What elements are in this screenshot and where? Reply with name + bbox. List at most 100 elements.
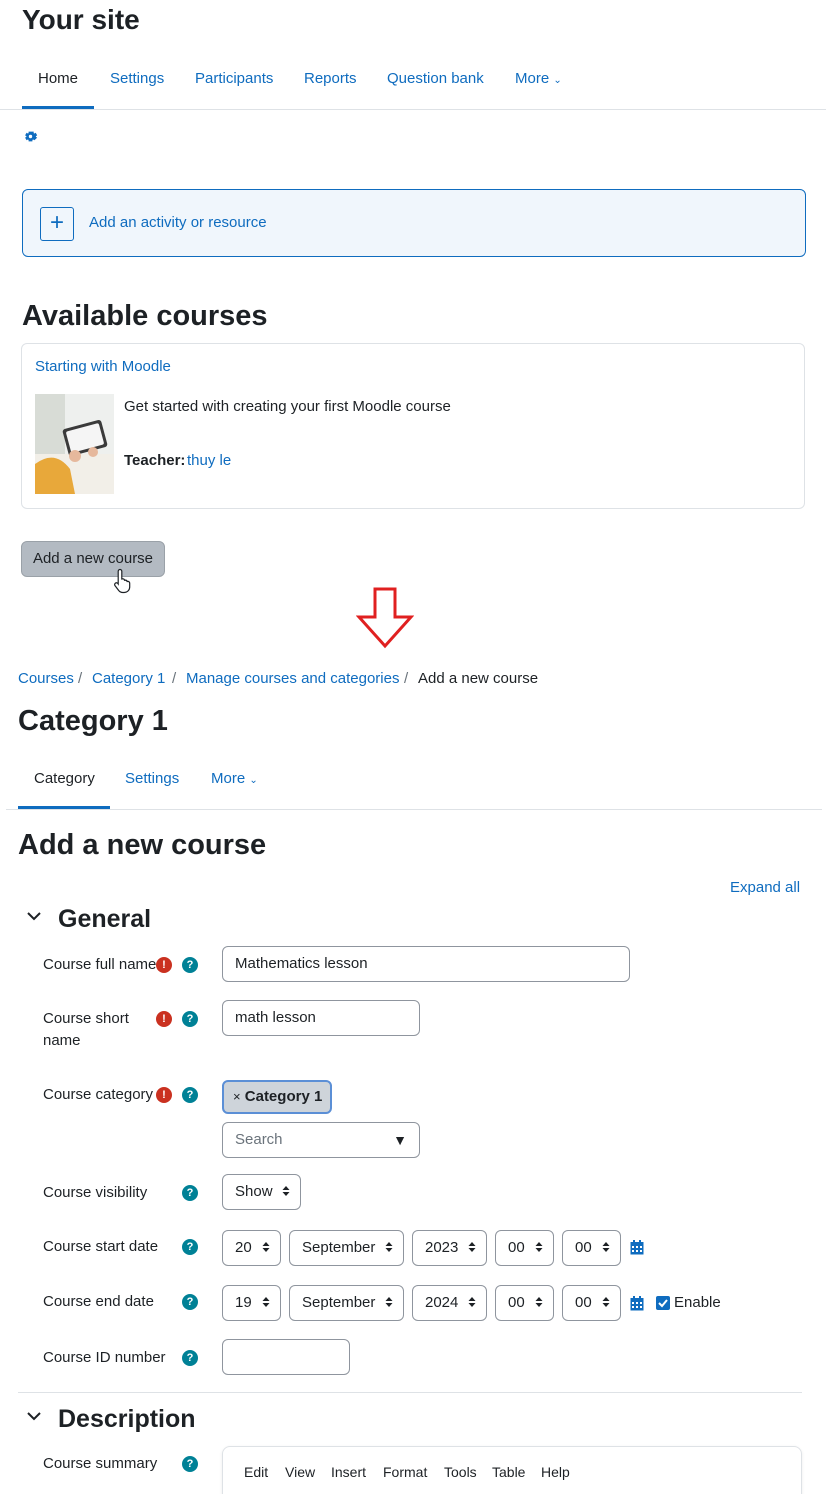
help-icon[interactable]: ? [182,1350,198,1366]
editor-menu-table[interactable]: Table [492,1464,525,1480]
tab-reports[interactable]: Reports [304,70,357,87]
teacher-label: Teacher: [124,452,186,469]
visibility-label: Course visibility [43,1184,148,1201]
course-name-link[interactable]: Starting with Moodle [35,358,171,375]
start-month-select[interactable]: September [289,1230,404,1266]
tab-settings[interactable]: Settings [110,70,164,87]
chevron-down-icon[interactable] [26,1408,42,1429]
tab-category-settings[interactable]: Settings [125,770,179,787]
tab-participants[interactable]: Participants [195,70,273,87]
remove-icon[interactable]: × [233,1089,241,1104]
help-icon[interactable]: ? [182,1087,198,1103]
breadcrumb-courses[interactable]: Courses [18,670,74,687]
full-name-input[interactable]: Mathematics lesson [222,946,630,982]
short-name-label-line2: name [43,1032,81,1049]
calendar-icon[interactable] [630,1240,644,1259]
required-icon: ! [156,1011,172,1027]
end-day-select[interactable]: 19 [222,1285,281,1321]
end-day-value: 19 [235,1294,252,1311]
tab-more-label: More [515,70,550,87]
start-date-label: Course start date [43,1238,159,1255]
start-day-select[interactable]: 20 [222,1230,281,1266]
start-month-value: September [302,1239,376,1256]
required-icon: ! [156,1087,172,1103]
course-image [35,394,114,494]
tab-home[interactable]: Home [38,70,78,87]
id-number-input[interactable] [222,1339,350,1375]
dropdown-triangle-icon: ▼ [393,1132,407,1148]
start-hour-select[interactable]: 00 [495,1230,554,1266]
category-chip-label: Category 1 [244,1088,323,1105]
end-month-select[interactable]: September [289,1285,404,1321]
end-month-value: September [302,1294,376,1311]
visibility-value: Show [235,1183,273,1200]
site-title: Your site [22,4,140,35]
start-minute-select[interactable]: 00 [562,1230,621,1266]
category-chip[interactable]: × Category 1 [222,1080,332,1114]
gear-icon[interactable] [22,128,39,149]
start-minute-value: 00 [575,1239,592,1256]
short-name-label-line1: Course short [43,1010,129,1027]
page-title: Add a new course [18,829,267,861]
editor-menu-view[interactable]: View [285,1464,315,1480]
add-new-course-button[interactable]: Add a new course [21,541,165,577]
tab-more-label: More [211,770,246,787]
end-date-label: Course end date [43,1293,154,1310]
help-icon[interactable]: ? [182,1011,198,1027]
help-icon[interactable]: ? [182,957,198,973]
sort-arrows-icon [385,1231,393,1265]
end-year-value: 2024 [425,1294,459,1311]
editor-menu-help[interactable]: Help [541,1464,570,1480]
sort-arrows-icon [602,1231,610,1265]
general-section-heading[interactable]: General [58,905,151,934]
enable-checkbox[interactable] [656,1296,670,1310]
editor-menu-edit[interactable]: Edit [244,1464,268,1480]
required-icon: ! [156,957,172,973]
category-search-input[interactable]: Search ▼ [222,1122,420,1158]
tab-question-bank[interactable]: Question bank [387,70,484,87]
category-search-placeholder: Search [235,1131,283,1148]
tab-more[interactable]: More ⌄ [515,70,562,87]
breadcrumb-separator: / [78,670,83,687]
start-day-value: 20 [235,1239,252,1256]
course-card: Starting with Moodle Get started with cr… [21,343,805,509]
start-hour-value: 00 [508,1239,525,1256]
nav-divider [6,809,822,810]
help-icon[interactable]: ? [182,1456,198,1472]
end-minute-select[interactable]: 00 [562,1285,621,1321]
help-icon[interactable]: ? [182,1294,198,1310]
sort-arrows-icon [602,1286,610,1320]
plus-icon: + [40,207,74,241]
expand-all-link[interactable]: Expand all [730,879,800,896]
end-year-select[interactable]: 2024 [412,1285,487,1321]
breadcrumb-separator: / [172,670,177,687]
teacher-name-link[interactable]: thuy le [187,452,231,469]
help-icon[interactable]: ? [182,1239,198,1255]
chevron-down-icon: ⌄ [553,75,562,86]
short-name-input[interactable]: math lesson [222,1000,420,1036]
add-activity-box[interactable]: + Add an activity or resource [22,189,806,257]
description-section-heading[interactable]: Description [58,1405,196,1434]
end-minute-value: 00 [575,1294,592,1311]
breadcrumb-category[interactable]: Category 1 [92,670,165,687]
editor-menu-tools[interactable]: Tools [444,1464,477,1480]
section-divider [18,1392,802,1393]
breadcrumb-separator: / [404,670,409,687]
breadcrumb-manage[interactable]: Manage courses and categories [186,670,399,687]
enable-label: Enable [674,1294,721,1311]
summary-editor[interactable]: Edit View Insert Format Tools Table Help [222,1446,802,1494]
down-arrow-icon [355,587,415,653]
tab-category-more[interactable]: More ⌄ [211,770,258,787]
course-summary: Get started with creating your first Moo… [124,398,451,415]
chevron-down-icon[interactable] [26,908,42,929]
start-year-select[interactable]: 2023 [412,1230,487,1266]
editor-menu-insert[interactable]: Insert [331,1464,366,1480]
visibility-select[interactable]: Show [222,1174,301,1210]
hand-cursor-icon [113,568,135,598]
sort-arrows-icon [468,1231,476,1265]
tab-category[interactable]: Category [34,770,95,787]
help-icon[interactable]: ? [182,1185,198,1201]
end-hour-select[interactable]: 00 [495,1285,554,1321]
calendar-icon[interactable] [630,1296,644,1315]
editor-menu-format[interactable]: Format [383,1464,427,1480]
